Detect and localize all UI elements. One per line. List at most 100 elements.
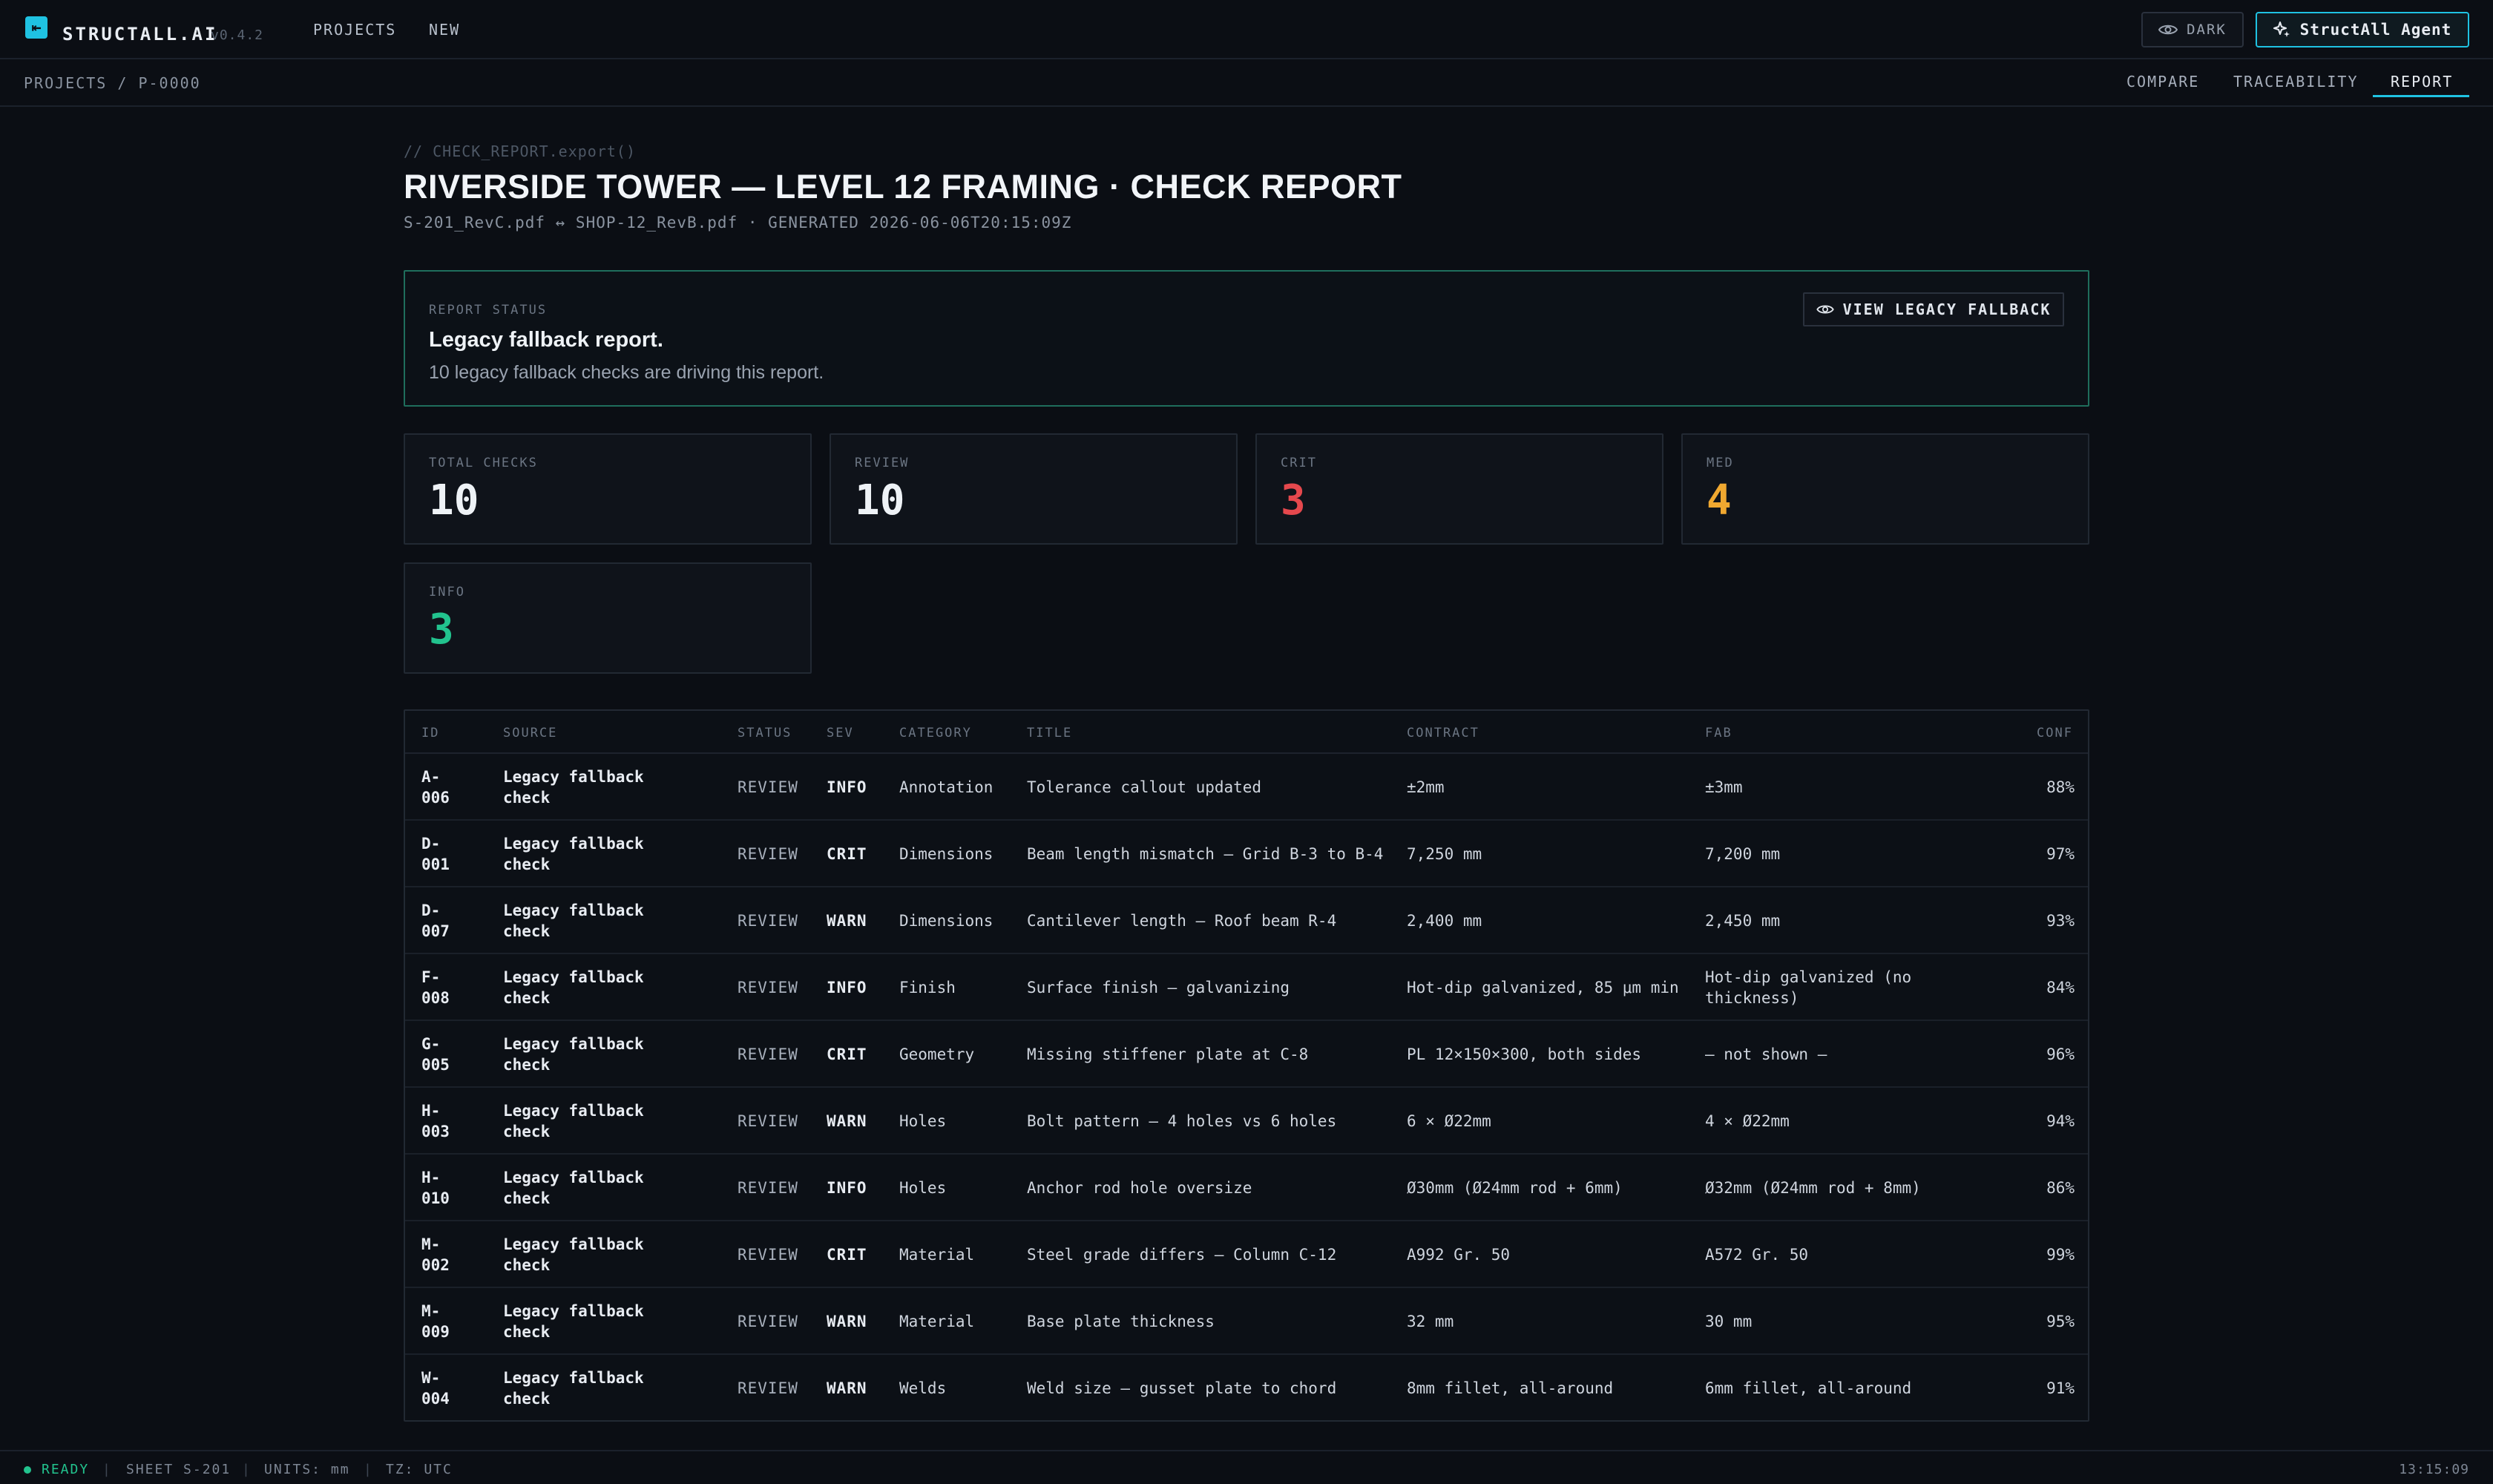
status-separator: | xyxy=(364,1462,372,1477)
column-header-category[interactable]: CATEGORY xyxy=(899,726,972,741)
kpi-total-checks: TOTAL CHECKS 10 xyxy=(404,433,812,545)
theme-toggle-button[interactable]: DARK xyxy=(2141,12,2244,47)
kpi-label: INFO xyxy=(429,585,465,600)
status-units: UNITS: mm xyxy=(264,1462,350,1477)
cell-id: G- 005 xyxy=(421,1021,496,1088)
status-ready: READY xyxy=(42,1462,90,1477)
sparkle-icon xyxy=(2273,22,2290,37)
cell-severity: WARN xyxy=(827,887,893,954)
checks-table: ID SOURCE STATUS SEV CATEGORY TITLE CONT… xyxy=(404,709,2089,1422)
view-legacy-fallback-button[interactable]: VIEW LEGACY FALLBACK xyxy=(1803,292,2064,326)
cell-title-text: Weld size — gusset plate to chord xyxy=(1027,1379,1337,1397)
cell-severity-text: INFO xyxy=(827,979,867,997)
breadcrumb[interactable]: PROJECTS / P-0000 xyxy=(24,74,201,92)
table-row[interactable]: F- 008 Legacy fallback check REVIEW INFO Finis… xyxy=(405,954,2088,1021)
cell-fab-text: Hot-dip galvanized (no thickness) xyxy=(1705,968,1912,1007)
table-row[interactable]: M- 009 Legacy fallback check REVIEW WARN Mater… xyxy=(405,1288,2088,1355)
cell-contract-text: 8mm fillet, all-around xyxy=(1407,1379,1614,1397)
cell-title-text: Bolt pattern — 4 holes vs 6 holes xyxy=(1027,1112,1337,1130)
cell-confidence: 86% xyxy=(1978,1155,2075,1221)
nav-new[interactable]: NEW xyxy=(429,21,460,39)
cell-source-line: Legacy fallback xyxy=(503,902,644,919)
table-row[interactable]: D- 007 Legacy fallback check REVIEW WARN Dimen… xyxy=(405,887,2088,954)
cell-contract: 2,400 mm xyxy=(1407,887,1696,954)
table-row[interactable]: W- 004 Legacy fallback check REVIEW WARN Welds… xyxy=(405,1355,2088,1422)
column-header-id[interactable]: ID xyxy=(421,726,439,741)
cell-source-line: check xyxy=(503,1323,551,1341)
table-row[interactable]: A- 006 Legacy fallback check REVIEW INFO Annot… xyxy=(405,754,2088,821)
cell-title: Tolerance callout updated xyxy=(1027,754,1398,821)
cell-fab-text: 7,200 mm xyxy=(1705,845,1781,863)
cell-status-text: REVIEW xyxy=(738,1379,798,1397)
cell-title: Bolt pattern — 4 holes vs 6 holes xyxy=(1027,1088,1398,1155)
tab-compare[interactable]: COMPARE xyxy=(2126,73,2199,91)
cell-fab: 2,450 mm xyxy=(1705,887,1987,954)
table-row[interactable]: H- 003 Legacy fallback check REVIEW WARN Holes… xyxy=(405,1088,2088,1155)
cell-id-line: 008 xyxy=(421,989,450,1007)
cell-status-text: REVIEW xyxy=(738,912,798,930)
cell-confidence-text: 86% xyxy=(2046,1179,2075,1197)
cell-fab: A572 Gr. 50 xyxy=(1705,1221,1987,1288)
cell-severity-text: INFO xyxy=(827,1179,867,1197)
cell-contract-text: 32 mm xyxy=(1407,1313,1454,1330)
cell-source-line: check xyxy=(503,1390,551,1408)
cell-category-text: Dimensions xyxy=(899,912,993,930)
cell-contract-text: Ø30mm (Ø24mm rod + 6mm) xyxy=(1407,1179,1623,1197)
column-header-status[interactable]: STATUS xyxy=(738,726,792,741)
kpi-med: MED 4 xyxy=(1681,433,2089,545)
brand-name[interactable]: STRUCTALL.AI xyxy=(62,24,217,45)
cell-category-text: Finish xyxy=(899,979,956,997)
tab-traceability[interactable]: TRACEABILITY xyxy=(2233,73,2359,91)
column-header-title[interactable]: TITLE xyxy=(1027,726,1072,741)
cell-source-line: check xyxy=(503,989,551,1007)
report-status-card: REPORT STATUS Legacy fallback report. 10… xyxy=(404,270,2089,407)
column-header-sev[interactable]: SEV xyxy=(827,726,854,741)
logo-icon[interactable]: ⇤ xyxy=(25,16,47,39)
cell-id: W- 004 xyxy=(421,1355,496,1422)
cell-severity: WARN xyxy=(827,1288,893,1355)
cell-severity-text: WARN xyxy=(827,1313,867,1330)
cell-fab-text: 4 × Ø22mm xyxy=(1705,1112,1790,1130)
cell-category: Welds xyxy=(899,1355,1022,1422)
column-header-conf[interactable]: CONF xyxy=(2037,726,2073,741)
cell-severity-text: CRIT xyxy=(827,1246,867,1264)
cell-confidence-text: 84% xyxy=(2046,979,2075,997)
column-header-fab[interactable]: FAB xyxy=(1705,726,1732,741)
table-row[interactable]: M- 002 Legacy fallback check REVIEW CRIT Mater… xyxy=(405,1221,2088,1288)
table-row[interactable]: G- 005 Legacy fallback check REVIEW CRIT Geome… xyxy=(405,1021,2088,1088)
cell-id: H- 010 xyxy=(421,1155,496,1221)
agent-button[interactable]: StructAll Agent xyxy=(2256,12,2469,47)
cell-confidence: 99% xyxy=(1978,1221,2075,1288)
cell-category-text: Dimensions xyxy=(899,845,993,863)
ready-indicator-icon xyxy=(24,1466,31,1474)
cell-id: M- 002 xyxy=(421,1221,496,1288)
tab-report[interactable]: REPORT xyxy=(2391,73,2453,91)
status-bar: READY | SHEET S-201 | UNITS: mm | TZ: UT… xyxy=(0,1450,2493,1484)
cell-source: Legacy fallback check xyxy=(503,1088,726,1155)
status-sheet: SHEET S-201 xyxy=(126,1462,231,1477)
cell-title: Cantilever length — Roof beam R-4 xyxy=(1027,887,1398,954)
status-clock: 13:15:09 xyxy=(2399,1462,2469,1477)
nav-projects[interactable]: PROJECTS xyxy=(313,21,396,39)
cell-confidence-text: 99% xyxy=(2046,1246,2075,1264)
cell-contract-text: 7,250 mm xyxy=(1407,845,1482,863)
cell-confidence-text: 91% xyxy=(2046,1379,2075,1397)
cell-title: Anchor rod hole oversize xyxy=(1027,1155,1398,1221)
cell-confidence: 84% xyxy=(1978,954,2075,1021)
table-row[interactable]: D- 001 Legacy fallback check REVIEW CRIT Dimen… xyxy=(405,821,2088,887)
table-row[interactable]: H- 010 Legacy fallback check REVIEW INFO Holes… xyxy=(405,1155,2088,1221)
sub-bar: PROJECTS / P-0000 COMPARE TRACEABILITY R… xyxy=(0,59,2493,107)
cell-confidence-text: 93% xyxy=(2046,912,2075,930)
column-header-source[interactable]: SOURCE xyxy=(503,726,557,741)
cell-source-line: Legacy fallback xyxy=(503,1035,644,1053)
cell-fab-text: Ø32mm (Ø24mm rod + 8mm) xyxy=(1705,1179,1921,1197)
cell-category: Holes xyxy=(899,1155,1022,1221)
column-header-contract[interactable]: CONTRACT xyxy=(1407,726,1479,741)
app-version: v0.4.2 xyxy=(211,27,264,43)
cell-fab: 4 × Ø22mm xyxy=(1705,1088,1987,1155)
cell-category-text: Material xyxy=(899,1246,975,1264)
cell-status-text: REVIEW xyxy=(738,1313,798,1330)
cell-id-line: H- xyxy=(421,1102,441,1120)
cell-title: Steel grade differs — Column C-12 xyxy=(1027,1221,1398,1288)
kpi-label: REVIEW xyxy=(855,456,910,470)
